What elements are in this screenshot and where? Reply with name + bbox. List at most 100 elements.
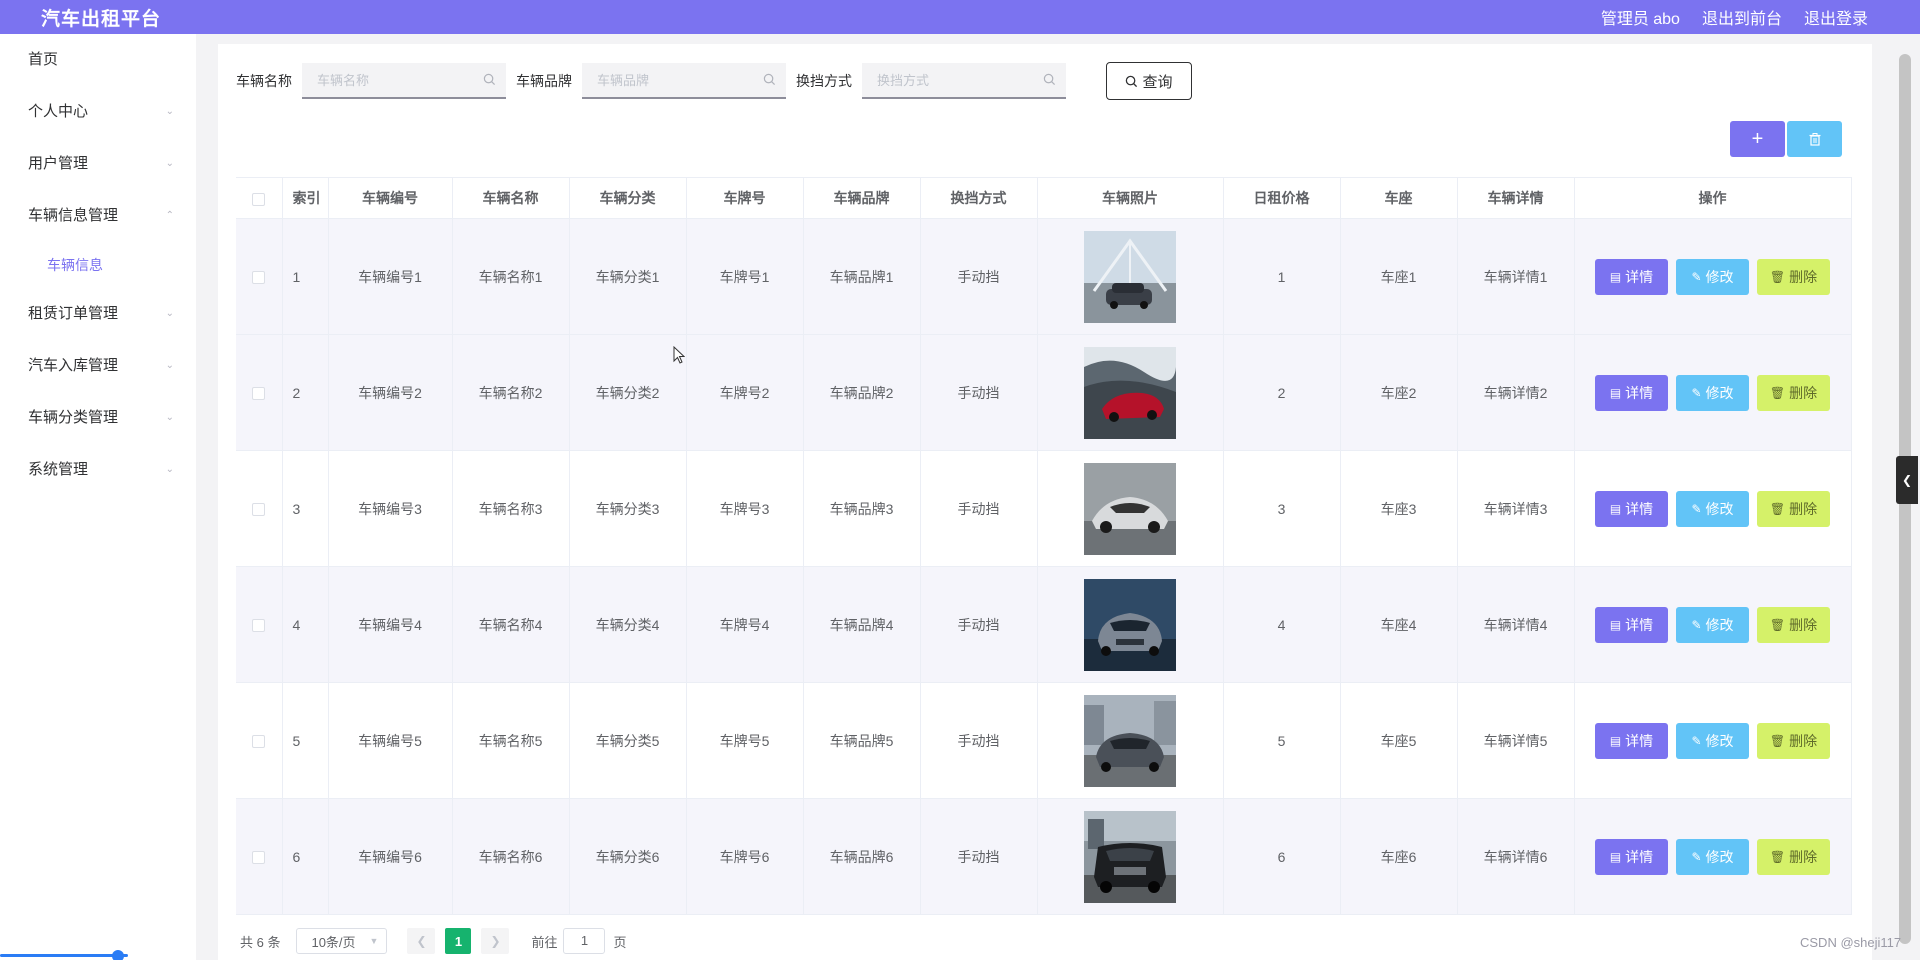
trash-icon <box>1809 132 1820 146</box>
sidebar-item-vehicle-management[interactable]: 车辆信息管理 ⌃ <box>0 190 196 242</box>
delete-button[interactable]: 🗑 删除 <box>1757 374 1830 411</box>
edit-button-label: 修改 <box>1705 848 1734 865</box>
sidebar-item-home[interactable]: 首页 <box>0 34 196 86</box>
row-checkbox[interactable] <box>252 735 266 749</box>
table-header-row: 索引 车辆编号 车辆名称 车辆分类 车牌号 车辆品牌 换挡方式 车辆照片 日租价… <box>236 177 1852 219</box>
sidebar-item-system[interactable]: 系统管理 ⌄ <box>0 444 196 496</box>
sidebar-subitem-vehicle-info[interactable]: 车辆信息 <box>0 242 196 288</box>
row-checkbox[interactable] <box>252 851 266 865</box>
row-checkbox-cell[interactable] <box>236 450 283 567</box>
cell-name: 车辆名称6 <box>452 798 570 915</box>
cell-brand: 车辆品牌2 <box>803 334 921 451</box>
row-checkbox[interactable] <box>252 271 266 285</box>
row-checkbox-cell[interactable] <box>236 218 283 335</box>
sidebar-item-vehicle-categories[interactable]: 车辆分类管理 ⌄ <box>0 392 196 444</box>
detail-button[interactable]: ▤ 详情 <box>1595 606 1668 643</box>
car-photo[interactable] <box>1084 346 1176 439</box>
delete-button-label: 删除 <box>1789 616 1818 633</box>
row-checkbox-cell[interactable] <box>236 566 283 683</box>
back-to-front-link[interactable]: 退出到前台 <box>1702 5 1782 29</box>
cell-photo <box>1037 798 1224 915</box>
vehicle-brand-field[interactable] <box>582 63 786 99</box>
page-size-select[interactable]: 10条/页 ▼ <box>296 928 388 954</box>
car-photo[interactable] <box>1084 578 1176 671</box>
cell-code: 车辆编号1 <box>328 218 453 335</box>
row-checkbox[interactable] <box>252 619 266 633</box>
delete-button[interactable]: 🗑 删除 <box>1757 838 1830 875</box>
sidebar-item-rental-orders[interactable]: 租赁订单管理 ⌄ <box>0 288 196 340</box>
delete-button-label: 删除 <box>1789 848 1818 865</box>
prev-page-button[interactable]: ❮ <box>407 928 436 954</box>
cell-gear: 手动挡 <box>920 334 1038 451</box>
gear-type-field[interactable] <box>862 63 1066 99</box>
column-header: 车辆编号 <box>328 177 453 219</box>
delete-button-label: 删除 <box>1789 268 1818 285</box>
sidebar-item-profile[interactable]: 个人中心 ⌄ <box>0 86 196 138</box>
detail-button[interactable]: ▤ 详情 <box>1595 722 1668 759</box>
delete-button[interactable]: 🗑 删除 <box>1757 722 1830 759</box>
add-button[interactable]: + <box>1730 121 1785 157</box>
pencil-icon: ✎ <box>1691 501 1702 516</box>
page-scrollbar[interactable]: ❮ <box>1894 34 1920 960</box>
row-checkbox-cell[interactable] <box>236 682 283 799</box>
detail-button[interactable]: ▤ 详情 <box>1595 838 1668 875</box>
table-row: 4 车辆编号4 车辆名称4 车辆分类4 车牌号4 车辆品牌4 手动挡 4 车座4… <box>236 566 1852 683</box>
cell-category: 车辆分类5 <box>569 682 687 799</box>
side-panel-toggle[interactable]: ❮ <box>1896 456 1918 504</box>
delete-button[interactable]: 🗑 删除 <box>1757 606 1830 643</box>
detail-button[interactable]: ▤ 详情 <box>1595 374 1668 411</box>
select-all-checkbox-cell[interactable] <box>236 177 283 219</box>
cell-detail: 车辆详情1 <box>1457 218 1575 335</box>
cell-actions: ▤ 详情 ✎ 修改 🗑 删除 <box>1574 566 1852 683</box>
progress-knob[interactable] <box>112 950 124 960</box>
pagination: 共 6 条 10条/页 ▼ ❮ 1 ❯ 前往 1 页 <box>240 928 627 954</box>
edit-button[interactable]: ✎ 修改 <box>1676 258 1749 295</box>
vehicle-brand-input[interactable] <box>582 63 786 97</box>
row-checkbox[interactable] <box>252 503 266 517</box>
cell-index: 1 <box>282 218 329 335</box>
car-photo[interactable] <box>1084 810 1176 903</box>
cell-name: 车辆名称4 <box>452 566 570 683</box>
logout-link[interactable]: 退出登录 <box>1804 5 1868 29</box>
table-row: 3 车辆编号3 车辆名称3 车辆分类3 车牌号3 车辆品牌3 手动挡 3 车座3… <box>236 450 1852 567</box>
cell-index: 3 <box>282 450 329 567</box>
row-checkbox-cell[interactable] <box>236 798 283 915</box>
goto-page-input[interactable]: 1 <box>563 928 606 954</box>
detail-button[interactable]: ▤ 详情 <box>1595 490 1668 527</box>
cell-category: 车辆分类6 <box>569 798 687 915</box>
edit-button[interactable]: ✎ 修改 <box>1676 722 1749 759</box>
trash-icon: 🗑 <box>1769 385 1786 400</box>
cell-brand: 车辆品牌6 <box>803 798 921 915</box>
search-icon <box>763 73 776 86</box>
gear-type-input[interactable] <box>862 63 1066 97</box>
next-page-button[interactable]: ❯ <box>481 928 510 954</box>
edit-button[interactable]: ✎ 修改 <box>1676 838 1749 875</box>
detail-button-label: 详情 <box>1625 268 1654 285</box>
cell-name: 车辆名称5 <box>452 682 570 799</box>
delete-button[interactable]: 🗑 删除 <box>1757 258 1830 295</box>
detail-button[interactable]: ▤ 详情 <box>1595 258 1668 295</box>
delete-button[interactable]: 🗑 删除 <box>1757 490 1830 527</box>
row-checkbox[interactable] <box>252 387 266 401</box>
edit-button[interactable]: ✎ 修改 <box>1676 606 1749 643</box>
page-number-button[interactable]: 1 <box>445 928 472 954</box>
sidebar-item-car-storage[interactable]: 汽车入库管理 ⌄ <box>0 340 196 392</box>
cell-detail: 车辆详情5 <box>1457 682 1575 799</box>
query-button[interactable]: 查询 <box>1106 62 1192 100</box>
batch-delete-button[interactable] <box>1787 121 1842 157</box>
trash-icon: 🗑 <box>1769 849 1786 864</box>
select-all-checkbox[interactable] <box>252 192 266 206</box>
edit-button[interactable]: ✎ 修改 <box>1676 374 1749 411</box>
sidebar-item-users[interactable]: 用户管理 ⌄ <box>0 138 196 190</box>
car-photo[interactable] <box>1084 694 1176 787</box>
car-photo[interactable] <box>1084 230 1176 323</box>
edit-button[interactable]: ✎ 修改 <box>1676 490 1749 527</box>
row-checkbox-cell[interactable] <box>236 334 283 451</box>
progress-track <box>0 954 128 957</box>
chevron-down-icon: ⌄ <box>165 464 174 475</box>
cell-category: 车辆分类3 <box>569 450 687 567</box>
vehicle-name-input[interactable] <box>302 63 506 97</box>
cell-code: 车辆编号6 <box>328 798 453 915</box>
vehicle-name-field[interactable] <box>302 63 506 99</box>
car-photo[interactable] <box>1084 462 1176 555</box>
